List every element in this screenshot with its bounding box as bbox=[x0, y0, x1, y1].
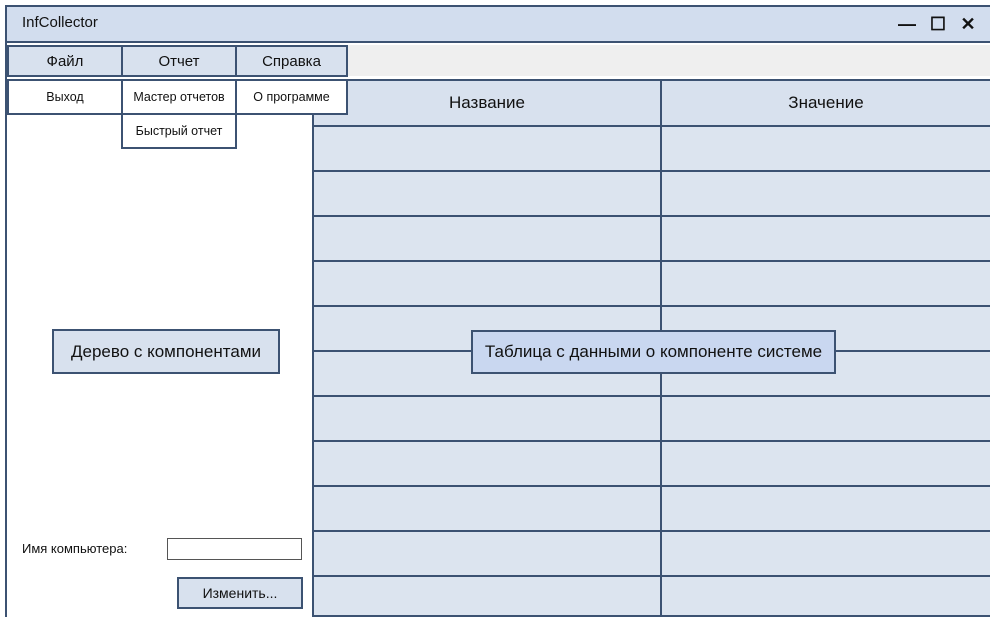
menu-item-exit[interactable]: Выход bbox=[7, 79, 123, 115]
menu-item-report-wizard[interactable]: Мастер отчетов bbox=[121, 79, 237, 115]
menu-report[interactable]: Отчет bbox=[121, 45, 237, 77]
change-button[interactable]: Изменить... bbox=[177, 577, 303, 609]
table-cell-value[interactable] bbox=[660, 260, 990, 307]
title-bar bbox=[7, 7, 990, 43]
table-cell-name[interactable] bbox=[312, 530, 662, 577]
column-header-value[interactable]: Значение bbox=[660, 79, 990, 127]
table-cell-name[interactable] bbox=[312, 395, 662, 442]
menu-help[interactable]: Справка bbox=[235, 45, 348, 77]
component-data-table-label: Таблица с данными о компоненте системе bbox=[471, 330, 836, 374]
table-cell-value[interactable] bbox=[660, 440, 990, 487]
maximize-icon[interactable]: ☐ bbox=[926, 14, 950, 34]
table-cell-value[interactable] bbox=[660, 170, 990, 217]
table-cell-name[interactable] bbox=[312, 485, 662, 532]
menu-item-about[interactable]: О программе bbox=[235, 79, 348, 115]
column-header-name[interactable]: Название bbox=[312, 79, 662, 127]
table-cell-name[interactable] bbox=[312, 170, 662, 217]
computer-name-label: Имя компьютера: bbox=[22, 541, 128, 556]
table-cell-value[interactable] bbox=[660, 575, 990, 617]
table-cell-value[interactable] bbox=[660, 395, 990, 442]
table-cell-name[interactable] bbox=[312, 440, 662, 487]
minimize-icon[interactable]: — bbox=[895, 14, 919, 34]
table-cell-name[interactable] bbox=[312, 215, 662, 262]
table-cell-value[interactable] bbox=[660, 125, 990, 172]
window-title: InfCollector bbox=[22, 14, 98, 31]
menu-file[interactable]: Файл bbox=[7, 45, 123, 77]
component-tree[interactable]: Дерево с компонентами bbox=[52, 329, 280, 374]
table-cell-name[interactable] bbox=[312, 260, 662, 307]
menu-item-quick-report[interactable]: Быстрый отчет bbox=[121, 113, 237, 149]
table-cell-value[interactable] bbox=[660, 485, 990, 532]
table-cell-value[interactable] bbox=[660, 215, 990, 262]
table-cell-value[interactable] bbox=[660, 530, 990, 577]
table-cell-name[interactable] bbox=[312, 125, 662, 172]
close-icon[interactable]: ✕ bbox=[956, 14, 980, 34]
computer-name-input[interactable] bbox=[167, 538, 302, 560]
table-cell-name[interactable] bbox=[312, 575, 662, 617]
